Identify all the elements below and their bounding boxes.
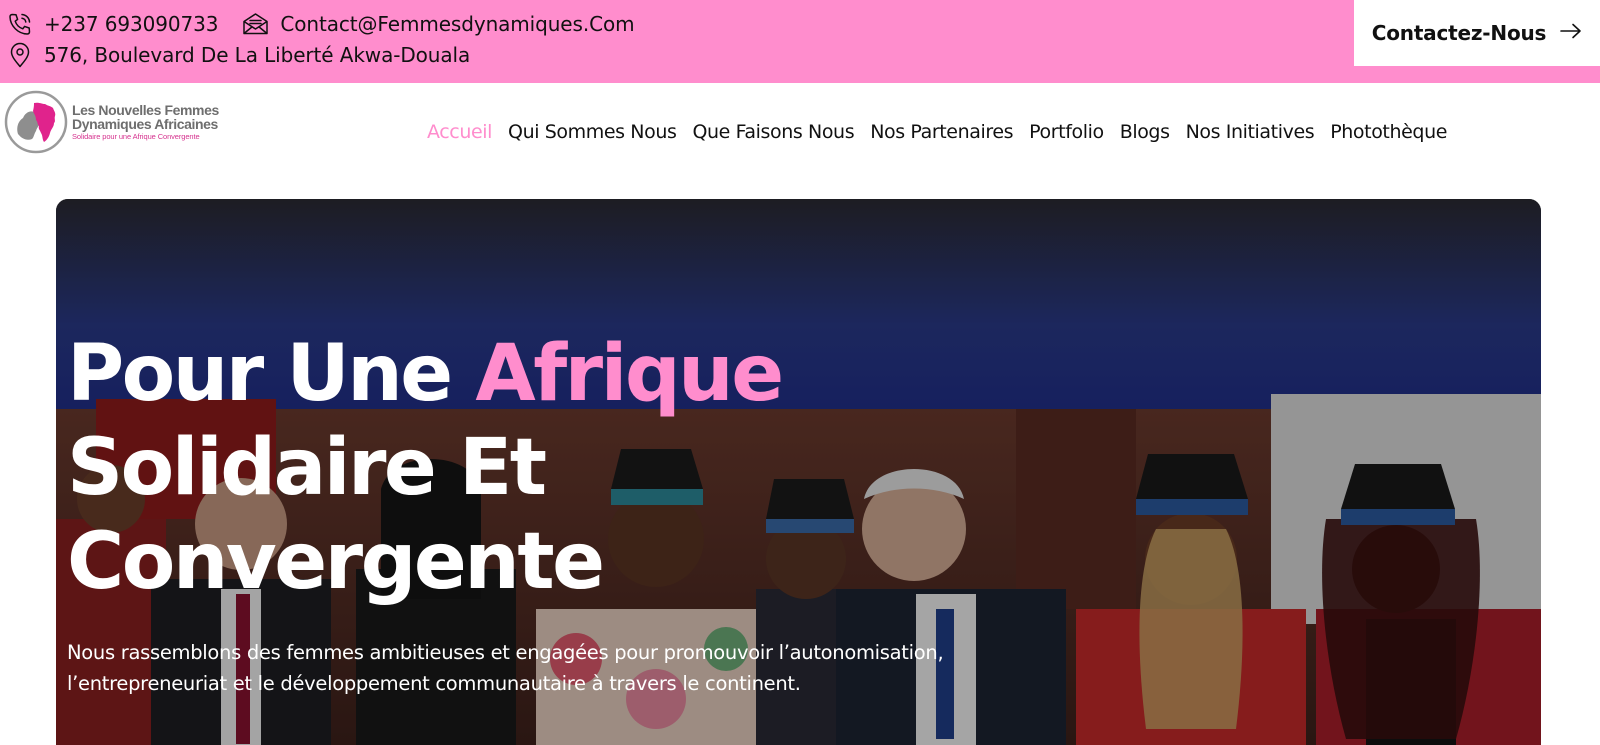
nav-item-portfolio[interactable]: Portfolio bbox=[1029, 121, 1104, 143]
nav-item-nos-initiatives[interactable]: Nos Initiatives bbox=[1186, 121, 1315, 143]
hero-title-highlight: Afrique bbox=[475, 329, 784, 419]
phone-number: +237 693090733 bbox=[44, 11, 219, 36]
email-item[interactable]: Contact@Femmesdynamiques.Com bbox=[242, 10, 635, 37]
email-icon bbox=[242, 10, 269, 37]
hero-title-line2: Solidaire Et bbox=[67, 423, 547, 513]
logo-line-2: Dynamiques Africaines bbox=[72, 116, 218, 133]
topbar-row-1: +237 693090733 Contact@Femmesdynamiques.… bbox=[6, 10, 658, 37]
topbar-row-2: 576, Boulevard De La Liberté Akwa-Douala bbox=[6, 41, 494, 68]
logo-line-1: Les Nouvelles Femmes bbox=[72, 102, 219, 119]
logo-tagline: Solidaire pour une Afrique Convergente bbox=[72, 132, 200, 142]
email-address: Contact@Femmesdynamiques.Com bbox=[280, 11, 635, 36]
site-logo[interactable]: Les Nouvelles Femmes Dynamiques Africain… bbox=[4, 89, 236, 155]
hero-title: Pour Une Afrique Solidaire Et Convergent… bbox=[67, 327, 967, 609]
nav-item-qui-sommes-nous[interactable]: Qui Sommes Nous bbox=[508, 121, 677, 143]
contact-topbar: +237 693090733 Contact@Femmesdynamiques.… bbox=[0, 0, 1600, 83]
contact-us-button[interactable]: Contactez-Nous bbox=[1354, 0, 1600, 66]
hero-subtitle: Nous rassemblons des femmes ambitieuses … bbox=[67, 641, 944, 695]
nav-item-accueil[interactable]: Accueil bbox=[427, 121, 492, 143]
phone-item[interactable]: +237 693090733 bbox=[6, 10, 219, 37]
nav-item-que-faisons-nous[interactable]: Que Faisons Nous bbox=[692, 121, 854, 143]
nav-item-blogs[interactable]: Blogs bbox=[1120, 121, 1170, 143]
address-item: 576, Boulevard De La Liberté Akwa-Douala bbox=[6, 41, 470, 68]
arrow-right-icon bbox=[1560, 23, 1582, 43]
logo-africa-mark bbox=[4, 90, 68, 154]
contact-us-label: Contactez-Nous bbox=[1371, 21, 1547, 45]
location-icon bbox=[6, 41, 33, 68]
nav-item-nos-partenaires[interactable]: Nos Partenaires bbox=[870, 121, 1013, 143]
main-nav: Accueil Qui Sommes Nous Que Faisons Nous… bbox=[427, 121, 1447, 143]
hero-title-line3: Convergente bbox=[67, 517, 605, 607]
phone-icon bbox=[6, 10, 33, 37]
address-text: 576, Boulevard De La Liberté Akwa-Douala bbox=[44, 42, 471, 67]
nav-item-phototheque[interactable]: Photothèque bbox=[1330, 121, 1447, 143]
hero-title-part1: Pour Une bbox=[67, 329, 476, 419]
logo-wordmark: Les Nouvelles Femmes Dynamiques Africain… bbox=[72, 103, 219, 141]
hero-banner: Pour Une Afrique Solidaire Et Convergent… bbox=[56, 199, 1541, 745]
